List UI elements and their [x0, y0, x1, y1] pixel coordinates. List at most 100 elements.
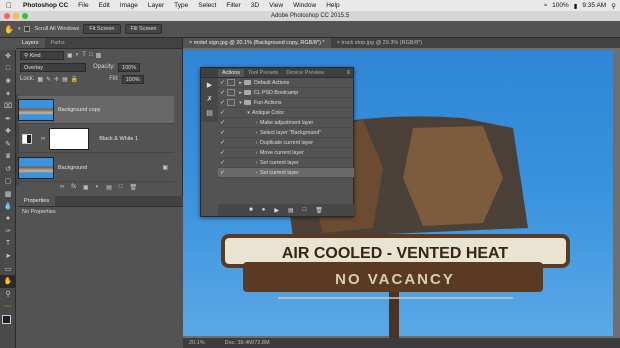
layer-name[interactable]: Black & White 1: [99, 136, 138, 142]
expand-triangle-icon[interactable]: ▸: [237, 80, 244, 86]
filter-adjustment-icon[interactable]: ◐: [76, 52, 80, 58]
new-action-icon[interactable]: □: [303, 207, 307, 213]
healing-brush-tool-icon[interactable]: ✚: [0, 125, 16, 138]
dialog-toggle-box[interactable]: [227, 99, 235, 106]
expand-triangle-icon[interactable]: ›: [253, 170, 260, 176]
new-adjustment-icon[interactable]: ◐: [96, 184, 100, 191]
dialog-toggle-box[interactable]: [227, 79, 235, 86]
tab-device-preview[interactable]: Device Preview: [282, 69, 328, 77]
lock-position-icon[interactable]: ✛: [54, 76, 59, 83]
history-brush-tool-icon[interactable]: ↺: [0, 163, 16, 176]
dialog-toggle-box[interactable]: [227, 129, 235, 136]
menu-type[interactable]: Type: [169, 2, 193, 9]
tab-paths[interactable]: Paths: [45, 38, 71, 48]
pen-tool-icon[interactable]: ✑: [0, 225, 16, 238]
expand-triangle-icon[interactable]: ›: [253, 160, 260, 166]
zoom-tool-icon[interactable]: ⚲: [0, 288, 16, 301]
toggle-item-check-icon[interactable]: ✓: [218, 139, 227, 146]
delete-layer-icon[interactable]: 🗑: [130, 184, 138, 191]
eyedropper-tool-icon[interactable]: ✒: [0, 113, 16, 126]
panel-menu-icon[interactable]: ≡: [346, 70, 350, 76]
lasso-tool-icon[interactable]: ❀: [0, 75, 16, 88]
filter-pixel-icon[interactable]: ▣: [67, 52, 73, 59]
dialog-toggle-box[interactable]: [227, 159, 235, 166]
path-select-tool-icon[interactable]: ➤: [0, 250, 16, 263]
menu-edit[interactable]: Edit: [94, 2, 115, 9]
expand-triangle-icon[interactable]: ▾: [237, 100, 244, 106]
layer-row[interactable]: Background ▣: [18, 154, 174, 182]
blend-mode-select[interactable]: Overlay: [20, 62, 86, 72]
dialog-toggle-box[interactable]: [227, 139, 235, 146]
expand-triangle-icon[interactable]: ›: [253, 120, 260, 126]
menu-help[interactable]: Help: [321, 2, 344, 9]
dialog-toggle-box[interactable]: [227, 89, 235, 96]
new-group-icon[interactable]: ▤: [106, 184, 112, 191]
quick-select-tool-icon[interactable]: ✶: [0, 88, 16, 101]
menu-3d[interactable]: 3D: [246, 2, 264, 9]
scroll-all-windows-checkbox[interactable]: [24, 26, 31, 32]
zoom-level[interactable]: 20.1%: [189, 340, 205, 346]
filter-type-icon[interactable]: T: [82, 52, 86, 58]
close-window-button[interactable]: [4, 13, 10, 19]
battery-icon[interactable]: ▮: [574, 2, 578, 10]
dialog-toggle-box[interactable]: [227, 119, 235, 126]
layer-row[interactable]: Background copy: [18, 96, 174, 124]
filter-smart-object-icon[interactable]: ▩: [96, 52, 102, 59]
tool-preset-picker[interactable]: ▾: [18, 26, 21, 32]
lock-transparent-icon[interactable]: ▦: [37, 76, 43, 83]
layer-name[interactable]: Background: [58, 165, 87, 171]
stop-icon[interactable]: ■: [249, 207, 253, 213]
new-set-icon[interactable]: ▤: [288, 207, 294, 214]
menu-photoshop[interactable]: Photoshop CC: [18, 2, 73, 9]
action-row[interactable]: ✓ ▾ Antique Color: [218, 108, 354, 118]
tab-actions[interactable]: Actions: [218, 68, 245, 77]
action-step-row[interactable]: ✓ › Set current layer: [218, 158, 354, 168]
dodge-tool-icon[interactable]: ●: [0, 213, 16, 226]
wifi-icon[interactable]: ≈: [544, 2, 548, 9]
spotlight-icon[interactable]: ⚲: [611, 2, 616, 10]
layer-chain-icon[interactable]: ∞: [41, 136, 45, 142]
lock-artboard-icon[interactable]: ▤: [62, 76, 68, 83]
foreground-color-swatch[interactable]: [2, 314, 11, 324]
menu-layer[interactable]: Layer: [143, 2, 169, 9]
action-step-row[interactable]: ✓ › Move current layer: [218, 148, 354, 158]
toggle-item-check-icon[interactable]: ✓: [218, 79, 227, 86]
expand-triangle-icon[interactable]: ▸: [237, 90, 244, 96]
tab-layers[interactable]: Layers: [16, 38, 45, 48]
tab-properties[interactable]: Properties: [18, 196, 56, 206]
play-icon[interactable]: ▶: [274, 207, 279, 214]
toggle-item-check-icon[interactable]: ✓: [218, 169, 227, 176]
gradient-tool-icon[interactable]: ▩: [0, 188, 16, 201]
eraser-tool-icon[interactable]: ▢: [0, 175, 16, 188]
zoom-window-button[interactable]: [22, 13, 28, 19]
fx-icon[interactable]: fx: [71, 184, 76, 191]
toggle-item-check-icon[interactable]: ✓: [218, 129, 227, 136]
action-step-row[interactable]: ✓ › Set current layer: [218, 168, 354, 178]
record-icon[interactable]: ●: [262, 207, 266, 213]
toggle-item-check-icon[interactable]: ✓: [218, 149, 227, 156]
play-panel-icon[interactable]: ▶: [201, 78, 218, 92]
fill-field[interactable]: 100%: [121, 74, 144, 84]
dialog-toggle-box[interactable]: [227, 149, 235, 156]
dialog-toggle-box[interactable]: [227, 169, 235, 176]
trash-icon[interactable]: 🗑: [315, 207, 323, 214]
expand-triangle-icon[interactable]: ›: [253, 130, 260, 136]
fill-screen-button[interactable]: Fill Screen: [124, 24, 163, 34]
menu-select[interactable]: Select: [193, 2, 221, 9]
menu-image[interactable]: Image: [115, 2, 143, 9]
document-tab-active[interactable]: × motel sign.jpg @ 20.1% (Background cop…: [183, 38, 331, 48]
toggle-item-check-icon[interactable]: ✓: [218, 109, 227, 116]
minimize-window-button[interactable]: [13, 13, 19, 19]
opacity-field[interactable]: 100%: [118, 62, 141, 72]
menu-filter[interactable]: Filter: [221, 2, 245, 9]
expand-triangle-icon[interactable]: ›: [253, 140, 260, 146]
tab-tool-presets[interactable]: Tool Presets: [244, 69, 282, 77]
blur-tool-icon[interactable]: 💧: [0, 200, 16, 213]
layer-row[interactable]: ∞ Black & White 1: [18, 125, 174, 153]
move-tool-icon[interactable]: ✥: [0, 50, 16, 63]
expand-triangle-icon[interactable]: ›: [253, 150, 260, 156]
filter-shape-icon[interactable]: □: [89, 52, 93, 58]
apple-logo-icon[interactable]: : [0, 1, 18, 10]
toggle-item-check-icon[interactable]: ✓: [218, 99, 227, 106]
hand-tool-icon[interactable]: ✋: [4, 25, 14, 34]
